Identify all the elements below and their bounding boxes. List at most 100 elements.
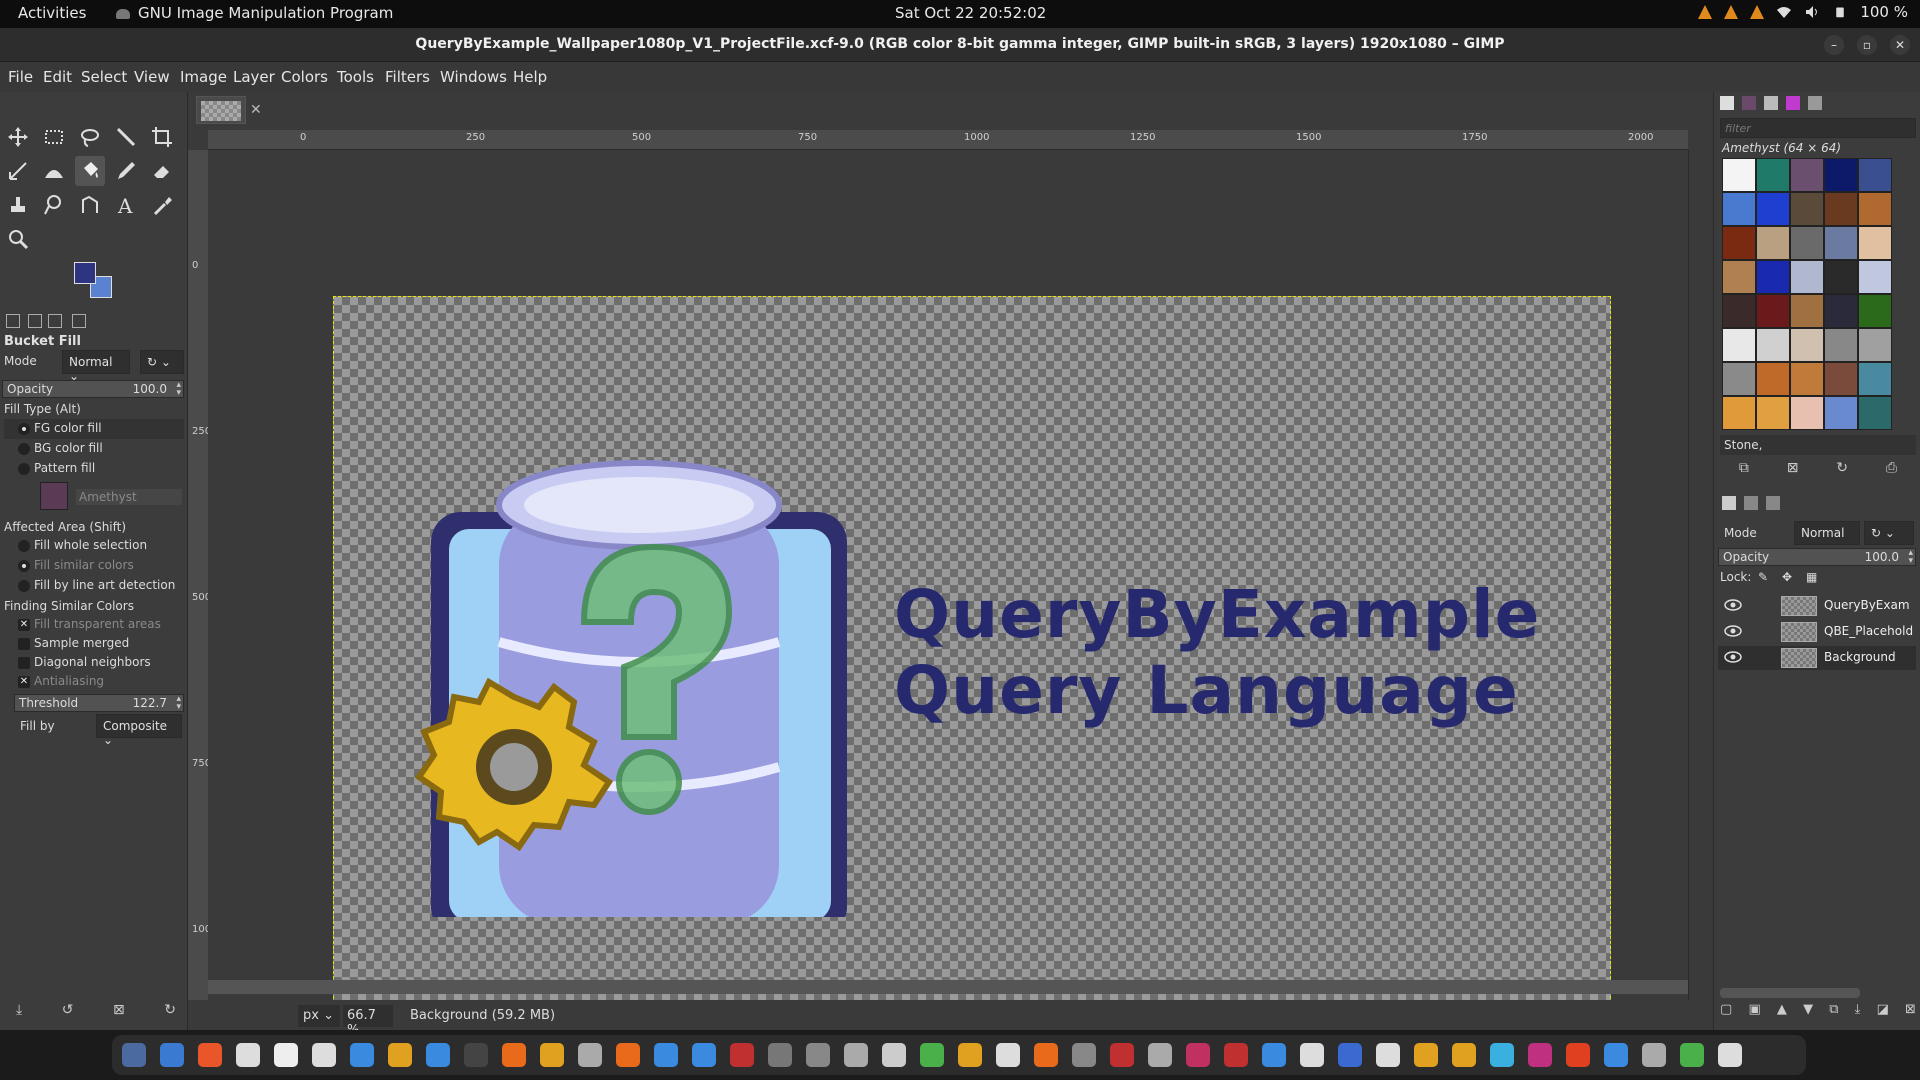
zoom-icon[interactable] [3,224,33,254]
new-group-icon[interactable]: ▣ [1748,1002,1760,1026]
color-picker-icon[interactable] [147,190,177,220]
menu-colors[interactable]: Colors [281,68,328,86]
diagonal-label[interactable]: Diagonal neighbors [34,655,151,669]
layer-opacity-slider[interactable]: Opacity 100.0 ▴ ▾ [1718,548,1916,566]
layers-scrollbar[interactable] [1720,988,1860,998]
pattern-swatch[interactable] [1824,260,1858,294]
fill-similar-label[interactable]: Fill similar colors [34,558,134,572]
gradients-tab-icon[interactable] [1786,96,1800,110]
pattern-swatch[interactable] [1790,328,1824,362]
pattern-swatch[interactable] [1790,260,1824,294]
dock-app-icon[interactable] [160,1043,184,1067]
pattern-swatch[interactable] [1790,294,1824,328]
dock-app-icon[interactable] [236,1043,260,1067]
dock-app-icon[interactable] [730,1043,754,1067]
open-pattern-icon[interactable]: ⎙ [1886,460,1897,484]
duplicate-pattern-icon[interactable]: ⧉ [1739,460,1749,484]
warning-icon[interactable] [1698,5,1713,19]
menu-layer[interactable]: Layer [233,68,275,86]
antialiasing-checkbox[interactable]: ✕ [18,676,30,688]
spin-arrows-icon[interactable]: ▴ ▾ [176,381,181,398]
menu-filters[interactable]: Filters [385,68,430,86]
layer-row[interactable]: QBE_Placehold [1718,620,1916,644]
sample-merged-label[interactable]: Sample merged [34,636,129,650]
pattern-swatch[interactable] [1722,158,1756,192]
dock-app-icon[interactable] [1224,1043,1248,1067]
delete-pattern-icon[interactable]: ⊠ [1787,460,1799,484]
pattern-swatch[interactable] [1824,158,1858,192]
pattern-swatch[interactable] [1858,396,1892,430]
paths-tab-icon[interactable] [1766,496,1780,510]
spin-arrows-icon[interactable]: ▴ ▾ [176,695,181,712]
refresh-patterns-icon[interactable]: ↻ [1836,460,1848,484]
pencil-icon[interactable] [111,156,141,186]
volume-icon[interactable] [1804,4,1820,20]
dock-app-icon[interactable] [996,1043,1020,1067]
delete-options-icon[interactable]: ⊠ [113,1002,125,1026]
layers-dock-tabs[interactable] [1720,492,1916,516]
eye-icon[interactable] [1724,598,1742,612]
pattern-filter-input[interactable]: filter [1720,118,1916,138]
pattern-swatch[interactable] [1790,192,1824,226]
smudge-icon[interactable] [39,190,69,220]
pattern-swatch[interactable] [1722,362,1756,396]
pattern-swatch[interactable] [1756,158,1790,192]
dock-app-icon[interactable] [1034,1043,1058,1067]
tool-options-tab-icon[interactable] [6,314,20,328]
app-menu[interactable]: GNU Image Manipulation Program [116,4,393,22]
pattern-preview[interactable] [40,482,68,510]
dock-app-icon[interactable] [312,1043,336,1067]
dock-app-icon[interactable] [1376,1043,1400,1067]
threshold-slider[interactable]: Threshold 122.7 ▴ ▾ [14,694,184,712]
fill-whole-label[interactable]: Fill whole selection [34,538,147,552]
pattern-grid[interactable] [1722,158,1894,430]
pattern-swatch[interactable] [1824,362,1858,396]
fill-bg-radio[interactable] [18,443,30,455]
pattern-swatch[interactable] [1790,226,1824,260]
fill-line-art-label[interactable]: Fill by line art detection [34,578,175,592]
pattern-swatch[interactable] [1858,158,1892,192]
palettes-tab-icon[interactable] [1808,96,1822,110]
pattern-swatch[interactable] [1858,192,1892,226]
channels-tab-icon[interactable] [1744,496,1758,510]
menu-edit[interactable]: Edit [43,68,72,86]
lock-position-icon[interactable]: ✥ [1782,570,1792,584]
clone-icon[interactable] [3,190,33,220]
dock-app-icon[interactable] [1110,1043,1134,1067]
pattern-swatch[interactable] [1790,396,1824,430]
pattern-swatch[interactable] [1858,294,1892,328]
pattern-swatch[interactable] [1858,328,1892,362]
battery-icon[interactable] [1832,4,1848,20]
eraser-icon[interactable] [147,156,177,186]
canvas-viewport[interactable]: QueryByExample Query Language [208,150,1688,1000]
foreground-color-swatch[interactable] [74,262,96,284]
mode-dropdown[interactable]: Normal ⌄ [62,350,130,383]
menu-tools[interactable]: Tools [337,68,374,86]
pattern-swatch[interactable] [1858,226,1892,260]
pattern-swatch[interactable] [1722,294,1756,328]
wifi-icon[interactable] [1776,4,1792,20]
fill-pattern-radio[interactable] [18,463,30,475]
horizontal-ruler[interactable]: 0 250 500 750 1000 1250 1500 1750 2000 [208,130,1688,150]
dock-app-icon[interactable] [806,1043,830,1067]
diagonal-checkbox[interactable] [18,657,30,669]
dock-app-icon[interactable] [426,1043,450,1067]
warning-icon[interactable] [1750,5,1765,19]
warning-icon[interactable] [1724,5,1739,19]
pattern-swatch[interactable] [1858,362,1892,396]
dock-app-icon[interactable] [122,1043,146,1067]
layers-tab-icon[interactable] [1722,496,1736,510]
menu-image[interactable]: Image [180,68,227,86]
dock-app-icon[interactable] [464,1043,488,1067]
zoom-selector[interactable]: 66.7 % [343,1005,393,1038]
maximize-button[interactable]: ▫ [1857,35,1877,55]
restore-options-icon[interactable]: ↺ [62,1002,74,1026]
dock-app-icon[interactable] [1148,1043,1172,1067]
close-button[interactable]: ✕ [1890,35,1910,55]
images-tab-icon[interactable] [72,314,86,328]
crop-icon[interactable] [147,122,177,152]
pattern-dock-tabs[interactable] [1720,96,1822,110]
opacity-slider[interactable]: Opacity 100.0 ▴ ▾ [2,380,184,398]
mask-icon[interactable]: ◪ [1877,1002,1889,1026]
dock-app-icon[interactable] [920,1043,944,1067]
